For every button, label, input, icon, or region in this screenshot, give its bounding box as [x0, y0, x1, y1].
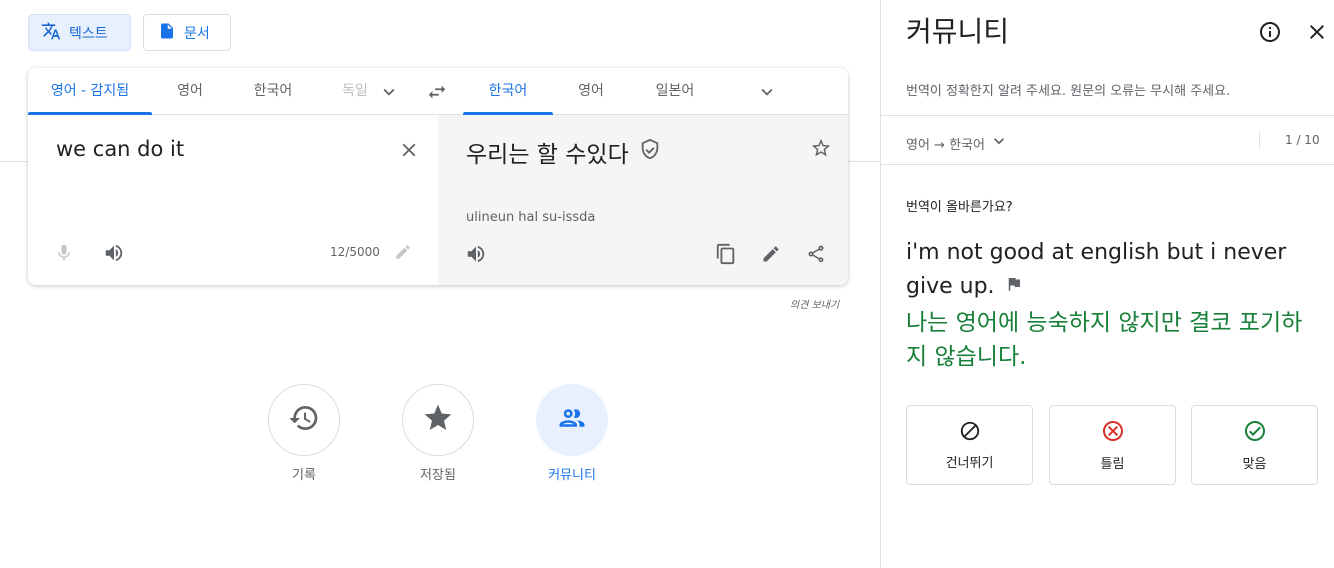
community-label: 커뮤니티 — [548, 468, 596, 483]
chevron-down-icon — [989, 131, 1009, 155]
send-feedback-link[interactable]: 의견 보내기 — [790, 296, 839, 311]
save-translation-star-icon[interactable] — [808, 135, 834, 161]
target-pane: 우리는 할 수있다 ulineun hal su-issda — [438, 115, 848, 285]
star-icon — [422, 402, 454, 438]
saved-button[interactable]: 저장됨 — [402, 384, 474, 483]
text-mode-label: 텍스트 — [69, 25, 108, 42]
source-tab-german[interactable]: 독일 — [340, 68, 370, 114]
translate-app: 텍스트 문서 영어 - 감지됨 영어 한국어 독일 한국어 영어 일본어 we … — [0, 0, 1334, 568]
source-pane: we can do it 12/5000 — [28, 115, 438, 285]
source-tab-detected[interactable]: 영어 - 감지됨 — [28, 68, 152, 115]
translation-text: 우리는 할 수있다 — [466, 142, 629, 168]
romanization-text: ulineun hal su-issda — [466, 210, 596, 225]
verification-question: 번역이 올바른가요? — [906, 200, 1013, 215]
text-mode-button[interactable]: 텍스트 — [28, 14, 131, 51]
translate-icon — [41, 21, 69, 45]
source-sentence-text: i'm not good at english but i never give… — [906, 240, 1287, 299]
panel-divider-top — [881, 115, 1334, 116]
community-icon — [557, 403, 587, 437]
document-mode-label: 문서 — [184, 25, 210, 42]
source-text-input[interactable]: we can do it — [56, 137, 184, 161]
source-sentence: i'm not good at english but i never give… — [906, 236, 1321, 304]
share-icon[interactable] — [804, 242, 828, 266]
translation-output: 우리는 할 수있다 — [466, 135, 661, 169]
correct-label: 맞음 — [1242, 456, 1267, 472]
history-circle — [268, 384, 340, 456]
source-speaker-icon[interactable] — [102, 241, 126, 265]
target-tab-english[interactable]: 영어 — [553, 68, 629, 114]
history-label: 기록 — [292, 468, 316, 483]
swap-languages-icon[interactable] — [424, 79, 450, 105]
wrong-button[interactable]: 틀림 — [1049, 405, 1176, 485]
saved-circle — [402, 384, 474, 456]
community-button[interactable]: 커뮤니티 — [536, 384, 608, 483]
copy-icon[interactable] — [714, 242, 738, 266]
close-panel-icon[interactable] — [1304, 19, 1330, 45]
source-more-chevron-icon[interactable] — [376, 79, 402, 105]
panel-divider-bottom — [881, 164, 1334, 165]
flag-icon[interactable] — [1005, 270, 1023, 304]
target-speaker-icon[interactable] — [464, 242, 488, 266]
block-icon — [959, 420, 981, 446]
panel-title: 커뮤니티 — [906, 15, 1010, 48]
correct-button[interactable]: 맞음 — [1191, 405, 1318, 485]
edit-translation-pencil-icon[interactable] — [759, 242, 783, 266]
wrong-label: 틀림 — [1100, 456, 1125, 472]
language-bar: 영어 - 감지됨 영어 한국어 독일 한국어 영어 일본어 — [28, 68, 848, 115]
clear-source-close-icon[interactable] — [396, 137, 422, 163]
counter-divider — [1259, 131, 1260, 149]
language-pair-label: 영어 → 한국어 — [906, 137, 985, 153]
history-button[interactable]: 기록 — [268, 384, 340, 483]
translated-sentence: 나는 영어에 능숙하지 않지만 결코 포기하지 않습니다. — [906, 310, 1303, 370]
document-mode-button[interactable]: 문서 — [143, 14, 231, 51]
translator-card: 영어 - 감지됨 영어 한국어 독일 한국어 영어 일본어 we can do … — [28, 68, 848, 285]
microphone-icon[interactable] — [52, 241, 76, 265]
skip-button[interactable]: 건너뛰기 — [906, 405, 1033, 485]
info-icon[interactable] — [1257, 19, 1283, 45]
panel-description: 번역이 정확한지 알려 주세요. 원문의 오류는 무시해 주세요. — [906, 84, 1231, 99]
community-panel: 커뮤니티 번역이 정확한지 알려 주세요. 원문의 오류는 무시해 주세요. 영… — [880, 0, 1334, 568]
cancel-circle-icon — [1101, 419, 1125, 447]
language-pair-selector[interactable]: 영어 → 한국어 — [906, 131, 1009, 155]
document-icon — [158, 21, 184, 45]
community-circle — [536, 384, 608, 456]
saved-label: 저장됨 — [420, 468, 456, 483]
check-circle-icon — [1243, 419, 1267, 447]
history-icon — [288, 402, 320, 438]
source-edit-pencil-icon[interactable] — [392, 241, 414, 263]
verified-shield-icon — [639, 138, 661, 166]
target-more-chevron-icon[interactable] — [754, 79, 780, 105]
source-tab-english[interactable]: 영어 — [152, 68, 228, 114]
character-count: 12/5000 — [330, 245, 380, 259]
progress-counter: 1 / 10 — [1285, 133, 1320, 147]
skip-label: 건너뛰기 — [945, 455, 994, 471]
source-tab-korean[interactable]: 한국어 — [228, 68, 318, 114]
target-tab-korean[interactable]: 한국어 — [463, 68, 553, 115]
target-tab-japanese[interactable]: 일본어 — [629, 68, 721, 114]
